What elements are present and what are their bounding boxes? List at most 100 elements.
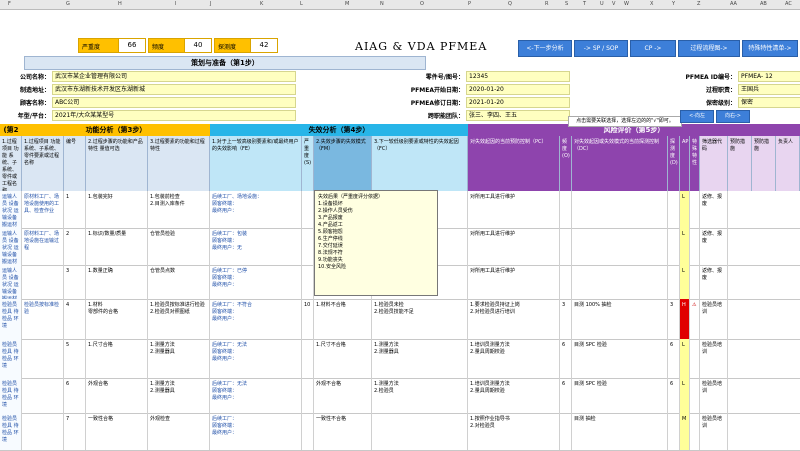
table-cell-c2[interactable]: [22, 265, 64, 299]
table-cell-x[interactable]: [690, 228, 700, 265]
table-cell-d[interactable]: [668, 191, 680, 228]
table-cell-d[interactable]: 3: [668, 299, 680, 339]
table-cell-fm[interactable]: 1.材料不合格: [314, 299, 372, 339]
table-cell-dc[interactable]: 目测 SPC 检验: [572, 339, 668, 378]
table-cell-c5[interactable]: 1.测量方法 2.测量器具: [148, 378, 210, 413]
table-cell-fc[interactable]: 1.测量方法 2.检验员: [372, 378, 468, 413]
table-cell-ap[interactable]: H: [680, 299, 690, 339]
table-cell-c6[interactable]: 后续工厂、场地设施： 顾客终端： 最终用户：: [210, 191, 302, 228]
table-cell-c6[interactable]: 后续工厂：已停 顾客终端： 最终用户：: [210, 265, 302, 299]
table-cell-fc[interactable]: 1.测量方法 2.测量器具: [372, 339, 468, 378]
table-cell-s[interactable]: 10: [302, 299, 314, 339]
table-cell-ap[interactable]: L: [680, 265, 690, 299]
table-cell-x[interactable]: [690, 413, 700, 450]
table-cell-o[interactable]: 6: [560, 339, 572, 378]
table-cell-c2[interactable]: 检验员按标准检验: [22, 299, 64, 339]
table-cell-ap[interactable]: L: [680, 228, 690, 265]
table-cell-no[interactable]: 2: [64, 228, 86, 265]
table-cell-s[interactable]: [302, 378, 314, 413]
table-cell-dc[interactable]: 目测 100% 抽检: [572, 299, 668, 339]
table-cell-c4[interactable]: 一致性合格: [86, 413, 148, 450]
table-cell-y[interactable]: 检验员培训: [700, 378, 728, 413]
table-cell-no[interactable]: 3: [64, 265, 86, 299]
table-cell-c2[interactable]: 原材料工厂、场地设施在运输过程: [22, 228, 64, 265]
table-cell-ap[interactable]: L: [680, 191, 690, 228]
table-cell-s[interactable]: [302, 413, 314, 450]
table-cell-c1[interactable]: 运输人员 设备状况 运输设备 搬运材料 环境: [0, 228, 22, 265]
table-cell-pc[interactable]: 对所用工具进行维护: [468, 265, 560, 299]
table-cell-ap[interactable]: L: [680, 378, 690, 413]
table-cell-c6[interactable]: 后续工厂： 顾客终端： 最终用户：: [210, 413, 302, 450]
info-value-field[interactable]: 2021-01-20: [466, 97, 570, 108]
nav-button-cp[interactable]: CP ->: [630, 40, 676, 57]
table-cell-c4[interactable]: 1.包装完好: [86, 191, 148, 228]
table-cell-d[interactable]: [668, 228, 680, 265]
table-cell-o[interactable]: [560, 191, 572, 228]
table-cell-c5[interactable]: 1.包装前检查 2.目测入库条件: [148, 191, 210, 228]
table-cell-c5[interactable]: 外观检查: [148, 413, 210, 450]
table-cell-ap[interactable]: L: [680, 339, 690, 378]
table-cell-c1[interactable]: 检验员 检具 待检品 环境: [0, 413, 22, 450]
nav-button-prev-analysis[interactable]: <-下一步分析: [518, 40, 572, 57]
table-cell-fm[interactable]: 外观不合格: [314, 378, 372, 413]
table-cell-c5[interactable]: 仓管员点数: [148, 265, 210, 299]
table-cell-y[interactable]: 检验员培训: [700, 299, 728, 339]
table-cell-no[interactable]: 5: [64, 339, 86, 378]
table-cell-pc[interactable]: 1.培训员测量方法 2.量具周期校验: [468, 339, 560, 378]
scroll-left-button[interactable]: <-向左: [680, 110, 714, 123]
info-value-field[interactable]: 武汉市某企业管理有限公司: [52, 71, 296, 82]
table-cell-s[interactable]: [302, 265, 314, 299]
info-value-field[interactable]: 12345: [466, 71, 570, 82]
info-value-field[interactable]: 2020-01-20: [466, 84, 570, 95]
table-cell-o[interactable]: [560, 228, 572, 265]
table-cell-c1[interactable]: 运输人员 设备状况 运输设备 搬运材料 环境: [0, 191, 22, 228]
table-cell-no[interactable]: 7: [64, 413, 86, 450]
table-cell-ap[interactable]: M: [680, 413, 690, 450]
table-cell-c2[interactable]: [22, 378, 64, 413]
info-value-field[interactable]: PFMEA- 12: [738, 71, 800, 82]
table-cell-c1[interactable]: 检验员 检具 待检品 环境: [0, 339, 22, 378]
table-cell-o[interactable]: 6: [560, 378, 572, 413]
table-cell-y[interactable]: 返修、报废: [700, 228, 728, 265]
table-cell-no[interactable]: 1: [64, 191, 86, 228]
table-cell-c4[interactable]: 1.数量正确: [86, 265, 148, 299]
table-cell-y[interactable]: 检验员培训: [700, 339, 728, 378]
nav-button-special-characteristics[interactable]: 特殊特性清单->: [742, 40, 798, 57]
table-cell-c6[interactable]: 后续工厂：包装 顾客终端： 最终用户：无: [210, 228, 302, 265]
table-cell-c4[interactable]: 1.标识/数量/质量: [86, 228, 148, 265]
table-cell-s[interactable]: [302, 228, 314, 265]
info-value-field[interactable]: 王国兵: [738, 84, 800, 95]
table-cell-no[interactable]: 4: [64, 299, 86, 339]
table-cell-c1[interactable]: 检验员 检具 待检品 环境: [0, 378, 22, 413]
table-cell-d[interactable]: 6: [668, 339, 680, 378]
table-cell-pc[interactable]: 1.要求检验员持证上岗 2.对检验员进行培训: [468, 299, 560, 339]
table-cell-fc[interactable]: 1.检验员未检 2.检验员技能不足: [372, 299, 468, 339]
nav-button-sp-sop[interactable]: -> SP / SOP: [574, 40, 628, 57]
table-cell-o[interactable]: 3: [560, 299, 572, 339]
table-cell-c2[interactable]: 原材料工厂、场地设施使用的工具、检查作业: [22, 191, 64, 228]
table-cell-o[interactable]: [560, 265, 572, 299]
table-cell-fc[interactable]: [372, 413, 468, 450]
info-value-field[interactable]: 张三、李四、王五: [466, 110, 570, 121]
table-cell-c2[interactable]: [22, 339, 64, 378]
table-cell-fm[interactable]: 一致性不合格: [314, 413, 372, 450]
table-cell-x[interactable]: ⚠: [690, 299, 700, 339]
table-cell-d[interactable]: 6: [668, 378, 680, 413]
scroll-right-button[interactable]: 向右->: [716, 110, 750, 123]
info-value-field[interactable]: 武汉市东湖新技术开发区东湖新城: [52, 84, 296, 95]
table-cell-s[interactable]: [302, 191, 314, 228]
table-cell-c6[interactable]: 后续工厂：不符合 顾客终端： 最终用户：: [210, 299, 302, 339]
table-cell-c2[interactable]: [22, 413, 64, 450]
table-cell-x[interactable]: [690, 339, 700, 378]
table-cell-x[interactable]: [690, 378, 700, 413]
table-cell-c1[interactable]: 检验员 检具 待检品 环境: [0, 299, 22, 339]
table-cell-d[interactable]: [668, 413, 680, 450]
table-cell-pc[interactable]: 对所用工具进行维护: [468, 228, 560, 265]
table-cell-pc[interactable]: 对所用工具进行维护: [468, 191, 560, 228]
table-cell-c5[interactable]: 仓管员检验: [148, 228, 210, 265]
table-cell-fm[interactable]: 1.尺寸不合格: [314, 339, 372, 378]
nav-button-process-flow[interactable]: 过程流程图->: [678, 40, 740, 57]
info-value-field[interactable]: 保密: [738, 97, 800, 108]
table-cell-c4[interactable]: 外观合格: [86, 378, 148, 413]
table-cell-c4[interactable]: 1.材料 零部件的合格: [86, 299, 148, 339]
